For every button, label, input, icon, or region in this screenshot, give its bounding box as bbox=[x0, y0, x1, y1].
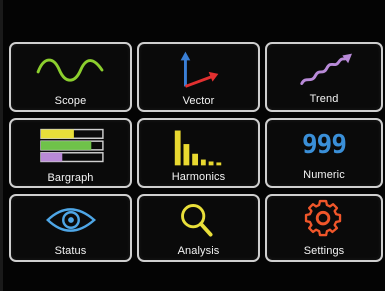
vector-label: Vector bbox=[182, 95, 215, 107]
status-button[interactable]: Status bbox=[9, 194, 132, 262]
bargraph-icon bbox=[40, 128, 104, 163]
harmonics-bars-icon bbox=[174, 130, 222, 166]
settings-label: Settings bbox=[303, 245, 345, 257]
trend-wave-arrow-icon bbox=[300, 53, 353, 85]
gear-icon bbox=[304, 199, 342, 237]
numeric-button[interactable]: 999 Numeric bbox=[265, 118, 383, 188]
settings-button[interactable]: Settings bbox=[265, 194, 383, 262]
vector-axes-icon bbox=[180, 51, 219, 88]
status-label: Status bbox=[54, 245, 87, 257]
trend-button[interactable]: Trend bbox=[265, 42, 383, 112]
main-menu-screen: Scope Vector Trend Bargraph Harmonics 99… bbox=[0, 0, 385, 291]
scope-button[interactable]: Scope bbox=[9, 42, 132, 112]
trend-label: Trend bbox=[309, 93, 339, 105]
bargraph-button[interactable]: Bargraph bbox=[9, 118, 132, 188]
sine-wave-icon bbox=[36, 58, 104, 82]
bargraph-label: Bargraph bbox=[47, 172, 94, 184]
scope-label: Scope bbox=[54, 95, 87, 107]
analysis-button[interactable]: Analysis bbox=[137, 194, 260, 262]
eye-icon bbox=[46, 208, 97, 232]
magnifier-icon bbox=[181, 204, 213, 237]
numeric-digits-icon: 999 bbox=[302, 130, 347, 160]
harmonics-button[interactable]: Harmonics bbox=[137, 118, 260, 188]
vector-button[interactable]: Vector bbox=[137, 42, 260, 112]
numeric-label: Numeric bbox=[303, 169, 345, 181]
harmonics-label: Harmonics bbox=[171, 171, 226, 183]
analysis-label: Analysis bbox=[177, 245, 220, 257]
